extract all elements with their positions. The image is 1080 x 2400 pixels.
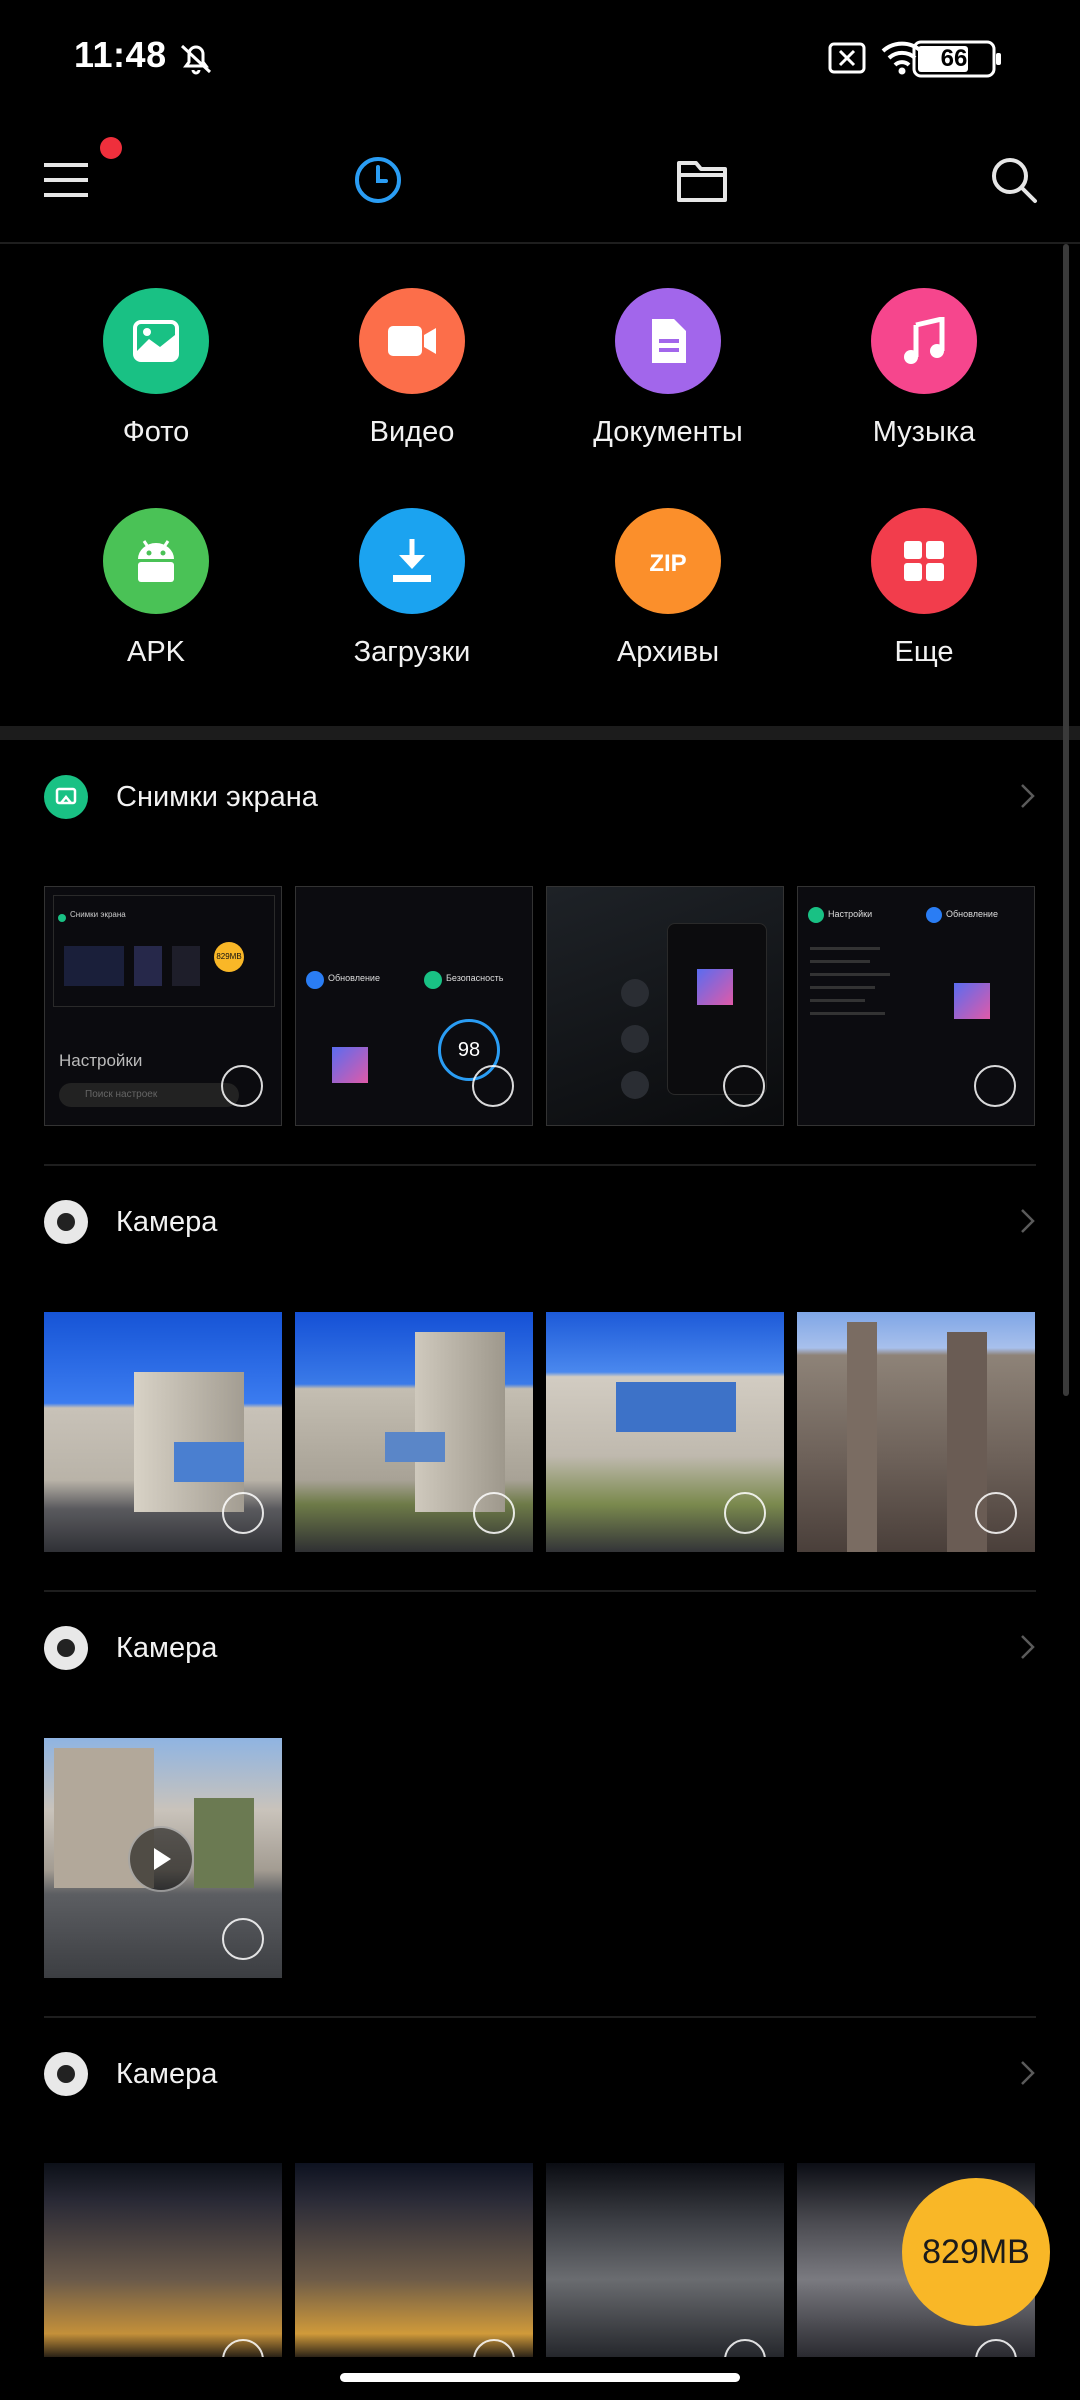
category-label: Видео (369, 416, 455, 448)
android-icon (138, 540, 174, 582)
section-title: Снимки экрана (116, 781, 318, 813)
storage-badge[interactable]: 829MB (902, 2178, 1050, 2326)
media-thumbnail[interactable]: Обновление Безопасность 98 (295, 886, 533, 1126)
music-icon (904, 317, 945, 364)
category-documents[interactable]: Документы (540, 244, 796, 448)
media-thumbnail[interactable] (295, 2163, 533, 2357)
thumb-search-field: Поиск настроек (59, 1083, 239, 1107)
mini-storage-badge: 829MB (214, 942, 244, 972)
chevron-right-icon (1021, 2061, 1035, 2085)
select-checkbox[interactable] (975, 1492, 1017, 1534)
section-title: Камера (116, 1206, 218, 1238)
thumb-caption: Настройки (828, 909, 873, 919)
category-archives[interactable]: ZIP Архивы (540, 464, 796, 668)
chevron-right-icon (1021, 784, 1035, 808)
mini-ui: Снимки экрана 829MB (53, 895, 275, 1007)
image-icon (133, 320, 179, 362)
hamburger-icon (44, 163, 88, 197)
category-downloads[interactable]: Загрузки (284, 464, 540, 668)
select-checkbox[interactable] (222, 1918, 264, 1960)
svg-text:ZIP: ZIP (649, 550, 686, 577)
video-icon (388, 326, 436, 356)
select-checkbox[interactable] (724, 1492, 766, 1534)
select-checkbox[interactable] (473, 2339, 515, 2357)
section-title: Камера (116, 2058, 218, 2090)
select-checkbox[interactable] (472, 1065, 514, 1107)
category-grid: Фото Видео Документы Музыка APK Загрузки… (0, 244, 1080, 724)
category-music[interactable]: Музыка (796, 244, 1052, 448)
category-label: Архивы (616, 636, 720, 668)
media-thumbnail[interactable]: Снимки экрана 829MB Настройки Поиск наст… (44, 886, 282, 1126)
download-icon (393, 539, 431, 582)
category-video[interactable]: Видео (284, 244, 540, 448)
media-thumbnail[interactable] (797, 1312, 1035, 1552)
category-more[interactable]: Еще (796, 464, 1052, 668)
play-button[interactable] (128, 1826, 194, 1892)
category-apk[interactable]: APK (28, 464, 284, 668)
media-thumbnail[interactable] (546, 2163, 784, 2357)
home-indicator[interactable] (340, 2373, 740, 2382)
recent-tab[interactable] (328, 120, 428, 240)
mini-header-text: Снимки экрана (70, 910, 126, 919)
menu-button[interactable] (16, 120, 116, 240)
select-checkbox[interactable] (221, 1065, 263, 1107)
status-time: 11:48 (74, 34, 167, 75)
chevron-right-icon (1021, 1209, 1035, 1233)
document-icon (652, 319, 686, 363)
camera-icon (44, 1200, 88, 1244)
media-thumbnail[interactable] (44, 2163, 282, 2357)
media-thumbnail[interactable] (44, 1312, 282, 1552)
select-checkbox[interactable] (724, 2339, 766, 2357)
thumb-caption: Настройки (59, 1051, 143, 1070)
category-label: Музыка (872, 416, 976, 448)
thumb-caption: Обновление (328, 973, 380, 983)
category-label: APK (126, 636, 186, 668)
sim-off-icon (828, 42, 866, 74)
search-button[interactable] (964, 120, 1064, 240)
section-header-screenshots[interactable]: Снимки экрана (0, 737, 1080, 857)
select-checkbox[interactable] (222, 1492, 264, 1534)
chevron-right-icon (1021, 1635, 1035, 1659)
media-thumbnail[interactable]: Настройки Обновление (797, 886, 1035, 1126)
zip-icon: ZIP (649, 550, 686, 577)
thumb-caption-2: Безопасность (446, 973, 504, 983)
category-label: Фото (122, 416, 190, 448)
files-tab[interactable] (652, 120, 752, 240)
camera-icon (44, 1626, 88, 1670)
bell-muted-icon (180, 44, 212, 75)
play-icon (154, 1848, 171, 1870)
camera-icon (44, 2052, 88, 2096)
notification-dot (100, 137, 122, 159)
category-label: Еще (894, 636, 954, 668)
media-thumbnail[interactable] (44, 1738, 282, 1978)
folder-icon (677, 161, 727, 202)
media-thumbnail[interactable] (295, 1312, 533, 1552)
top-toolbar (0, 120, 1080, 244)
battery-indicator: 66 (912, 40, 1002, 78)
screenshot-icon (44, 775, 88, 819)
clock-icon (355, 157, 401, 203)
section-header-camera[interactable]: Камера (0, 1588, 1080, 1708)
select-checkbox[interactable] (473, 1492, 515, 1534)
section-header-camera[interactable]: Камера (0, 2014, 1080, 2134)
search-icon (992, 158, 1037, 203)
select-checkbox[interactable] (723, 1065, 765, 1107)
section-title: Камера (116, 1632, 218, 1664)
media-thumbnail[interactable] (546, 1312, 784, 1552)
select-checkbox[interactable] (222, 2339, 264, 2357)
category-label: Документы (593, 416, 743, 448)
select-checkbox[interactable] (975, 2339, 1017, 2357)
category-photo[interactable]: Фото (28, 244, 284, 448)
section-header-camera[interactable]: Камера (0, 1162, 1080, 1282)
thumb-caption-2: Обновление (946, 909, 998, 919)
category-label: Загрузки (353, 636, 471, 668)
status-bar: 11:48 66 (0, 0, 1080, 120)
media-thumbnail[interactable] (546, 886, 784, 1126)
grid-icon (904, 541, 944, 581)
battery-level: 66 (940, 45, 968, 72)
select-checkbox[interactable] (974, 1065, 1016, 1107)
